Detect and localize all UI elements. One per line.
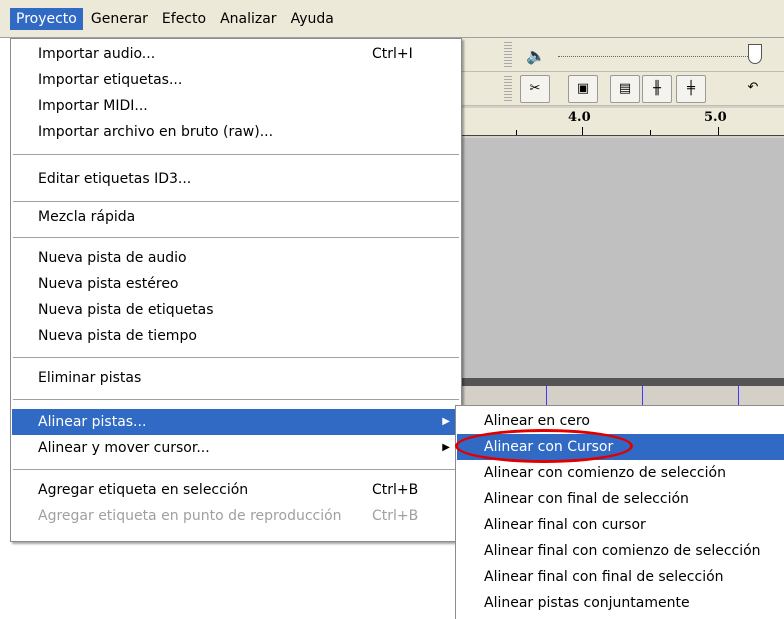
submenu-item-alinear-conjuntamente[interactable]: Alinear pistas conjuntamente bbox=[457, 590, 784, 616]
menu-separator bbox=[13, 154, 459, 155]
submenu-item-alinear-final-final-seleccion[interactable]: Alinear final con final de selección bbox=[457, 564, 784, 590]
menu-item-nueva-pista-estereo[interactable]: Nueva pista estéreo bbox=[12, 271, 460, 297]
cut-icon[interactable]: ✂ bbox=[520, 75, 550, 103]
background-app: 🔈 ✂ ▣ ▤ ╫ ╪ ↶ 4.0 5.0 bbox=[458, 38, 784, 446]
menu-item-alinear-pistas[interactable]: Alinear pistas... ▶ bbox=[12, 409, 460, 435]
toolbar-grip[interactable] bbox=[504, 42, 512, 68]
submenu-item-alinear-final-seleccion[interactable]: Alinear con final de selección bbox=[457, 486, 784, 512]
submenu-arrow-icon: ▶ bbox=[442, 442, 450, 453]
copy-icon[interactable]: ▣ bbox=[568, 75, 598, 103]
submenu-item-alinear-final-cursor[interactable]: Alinear final con cursor bbox=[457, 512, 784, 538]
menu-item-label: Importar MIDI... bbox=[38, 98, 148, 114]
menu-item-shortcut: Ctrl+B bbox=[372, 482, 419, 498]
paste-icon[interactable]: ▤ bbox=[610, 75, 640, 103]
menu-bar: Proyecto Generar Efecto Analizar Ayuda bbox=[0, 0, 784, 37]
menu-separator bbox=[13, 399, 459, 400]
menu-item-label: Nueva pista de etiquetas bbox=[38, 302, 214, 318]
edit-toolbar: ✂ ▣ ▤ ╫ ╪ ↶ bbox=[458, 72, 784, 106]
menu-item-label: Nueva pista de tiempo bbox=[38, 328, 197, 344]
menu-item-editar-etiquetas-id3[interactable]: Editar etiquetas ID3... bbox=[12, 166, 460, 192]
menu-item-importar-midi[interactable]: Importar MIDI... bbox=[12, 93, 460, 119]
menu-item-importar-raw[interactable]: Importar archivo en bruto (raw)... bbox=[12, 119, 460, 145]
submenu-item-alinear-final-comienzo-seleccion[interactable]: Alinear final con comienzo de selección bbox=[457, 538, 784, 564]
menu-analizar[interactable]: Analizar bbox=[214, 8, 283, 30]
silence-icon[interactable]: ╪ bbox=[676, 75, 706, 103]
menu-item-alinear-mover-cursor[interactable]: Alinear y mover cursor... ▶ bbox=[12, 435, 460, 461]
submenu-item-alinear-comienzo-seleccion[interactable]: Alinear con comienzo de selección bbox=[457, 460, 784, 486]
menu-item-label: Agregar etiqueta en selección bbox=[38, 482, 249, 498]
menu-ayuda[interactable]: Ayuda bbox=[285, 8, 340, 30]
menu-separator bbox=[13, 469, 459, 470]
trim-icon[interactable]: ╫ bbox=[642, 75, 672, 103]
toolbar-grip[interactable] bbox=[504, 76, 512, 102]
menu-item-mezcla-rapida[interactable]: Mezcla rápida bbox=[12, 204, 460, 230]
menu-item-importar-etiquetas[interactable]: Importar etiquetas... bbox=[12, 67, 460, 93]
menu-item-agregar-etiqueta-reproduccion: Agregar etiqueta en punto de reproducció… bbox=[12, 503, 460, 529]
menu-separator bbox=[13, 201, 459, 202]
menu-item-nueva-pista-audio[interactable]: Nueva pista de audio bbox=[12, 245, 460, 271]
menu-item-label: Mezcla rápida bbox=[38, 209, 136, 225]
menu-generar[interactable]: Generar bbox=[85, 8, 154, 30]
annotation-highlight-ellipse bbox=[455, 429, 633, 463]
ruler-label: 4.0 bbox=[568, 110, 591, 125]
menu-item-label: Importar etiquetas... bbox=[38, 72, 183, 88]
menu-item-label: Alinear pistas... bbox=[38, 414, 147, 430]
menu-item-label: Eliminar pistas bbox=[38, 370, 142, 386]
mixer-toolbar: 🔈 bbox=[458, 38, 784, 72]
menu-separator bbox=[13, 357, 459, 358]
menu-proyecto[interactable]: Proyecto bbox=[10, 7, 83, 30]
menu-item-shortcut: Ctrl+B bbox=[372, 508, 419, 524]
menu-item-label: Editar etiquetas ID3... bbox=[38, 171, 192, 187]
volume-slider-track[interactable] bbox=[558, 56, 748, 57]
menu-item-shortcut: Ctrl+I bbox=[372, 46, 413, 62]
menu-item-eliminar-pistas[interactable]: Eliminar pistas bbox=[12, 365, 460, 391]
menu-item-label: Alinear y mover cursor... bbox=[38, 440, 210, 456]
volume-slider-thumb[interactable] bbox=[748, 44, 762, 64]
menu-efecto[interactable]: Efecto bbox=[156, 8, 212, 30]
proyecto-dropdown-menu: Importar audio... Ctrl+I Importar etique… bbox=[10, 38, 462, 542]
menu-item-label: Nueva pista estéreo bbox=[38, 276, 179, 292]
menu-item-label: Importar archivo en bruto (raw)... bbox=[38, 124, 274, 140]
menu-item-label: Agregar etiqueta en punto de reproducció… bbox=[38, 508, 342, 524]
menu-item-label: Importar audio... bbox=[38, 46, 156, 62]
undo-icon[interactable]: ↶ bbox=[738, 75, 768, 103]
track-separator bbox=[458, 378, 784, 386]
audio-track[interactable] bbox=[458, 138, 784, 378]
timeline-ruler[interactable]: 4.0 5.0 bbox=[458, 108, 784, 136]
menu-item-nueva-pista-tiempo[interactable]: Nueva pista de tiempo bbox=[12, 323, 460, 349]
menu-item-importar-audio[interactable]: Importar audio... Ctrl+I bbox=[12, 41, 460, 67]
submenu-arrow-icon: ▶ bbox=[442, 416, 450, 427]
ruler-label: 5.0 bbox=[704, 110, 727, 125]
speaker-icon: 🔈 bbox=[526, 46, 546, 65]
menu-item-agregar-etiqueta-seleccion[interactable]: Agregar etiqueta en selección Ctrl+B bbox=[12, 477, 460, 503]
menu-separator bbox=[13, 237, 459, 238]
menu-item-nueva-pista-etiquetas[interactable]: Nueva pista de etiquetas bbox=[12, 297, 460, 323]
menu-item-label: Nueva pista de audio bbox=[38, 250, 187, 266]
